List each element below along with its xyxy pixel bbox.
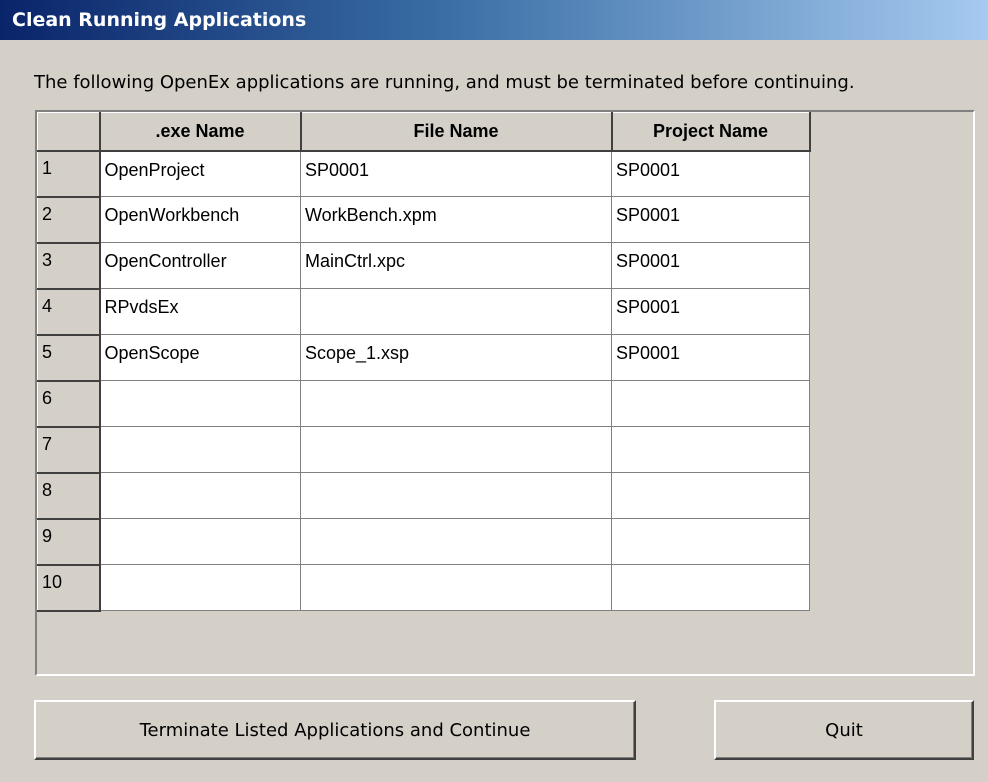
window-title: Clean Running Applications [0,0,988,40]
table-row[interactable]: 3 OpenController MainCtrl.xpc SP0001 [37,242,810,290]
project-name-cell[interactable]: SP0001 [611,288,810,335]
row-number-cell: 4 [37,288,101,336]
file-name-cell[interactable] [300,380,612,427]
row-number-cell: 7 [37,426,101,474]
row-number-cell: 9 [37,518,101,566]
exe-name-cell[interactable]: OpenScope [99,334,301,381]
column-header-exe-name[interactable]: .exe Name [99,112,302,152]
table-row[interactable]: 5 OpenScope Scope_1.xsp SP0001 [37,334,810,382]
project-name-cell[interactable] [611,564,810,611]
exe-name-cell[interactable] [99,380,301,427]
file-name-cell[interactable]: MainCtrl.xpc [300,242,612,289]
exe-name-cell[interactable] [99,472,301,519]
row-number-cell: 10 [37,564,101,612]
file-name-cell[interactable] [300,518,612,565]
exe-name-cell[interactable]: OpenWorkbench [99,196,301,243]
applications-grid: .exe Name File Name Project Name 1 OpenPr… [35,110,975,676]
table-row[interactable]: 9 [37,518,810,566]
row-number-cell: 3 [37,242,101,290]
table-row[interactable]: 6 [37,380,810,428]
exe-name-cell[interactable]: OpenController [99,242,301,289]
table-row[interactable]: 4 RPvdsEx SP0001 [37,288,810,336]
project-name-cell[interactable]: SP0001 [611,334,810,381]
exe-name-cell[interactable] [99,426,301,473]
table-row[interactable]: 1 OpenProject SP0001 SP0001 [37,150,810,198]
exe-name-cell[interactable] [99,564,301,611]
row-number-cell: 6 [37,380,101,428]
instruction-message: The following OpenEx applications are ru… [34,72,855,93]
exe-name-cell[interactable]: OpenProject [99,150,301,197]
table-header-row: .exe Name File Name Project Name [37,112,811,152]
exe-name-cell[interactable]: RPvdsEx [99,288,301,335]
project-name-cell[interactable] [611,380,810,427]
project-name-cell[interactable] [611,518,810,565]
quit-button[interactable]: Quit [714,700,974,760]
exe-name-cell[interactable] [99,518,301,565]
clean-running-applications-dialog: Clean Running Applications The following… [0,0,988,782]
row-number-cell: 2 [37,196,101,244]
table-row[interactable]: 2 OpenWorkbench WorkBench.xpm SP0001 [37,196,810,244]
file-name-cell[interactable] [300,426,612,473]
table-row[interactable]: 7 [37,426,810,474]
file-name-cell[interactable]: Scope_1.xsp [300,334,612,381]
project-name-cell[interactable]: SP0001 [611,196,810,243]
project-name-cell[interactable]: SP0001 [611,150,810,197]
row-number-cell: 1 [37,150,101,198]
project-name-cell[interactable]: SP0001 [611,242,810,289]
table-row[interactable]: 10 [37,564,810,612]
file-name-cell[interactable] [300,472,612,519]
applications-table: .exe Name File Name Project Name 1 OpenPr… [37,112,811,612]
column-header-project-name[interactable]: Project Name [611,112,811,152]
terminate-and-continue-button[interactable]: Terminate Listed Applications and Contin… [34,700,636,760]
file-name-cell[interactable] [300,564,612,611]
project-name-cell[interactable] [611,426,810,473]
row-number-cell: 5 [37,334,101,382]
file-name-cell[interactable] [300,288,612,335]
project-name-cell[interactable] [611,472,810,519]
file-name-cell[interactable]: WorkBench.xpm [300,196,612,243]
corner-cell [37,112,101,152]
file-name-cell[interactable]: SP0001 [300,150,612,197]
column-header-file-name[interactable]: File Name [300,112,613,152]
table-row[interactable]: 8 [37,472,810,520]
row-number-cell: 8 [37,472,101,520]
